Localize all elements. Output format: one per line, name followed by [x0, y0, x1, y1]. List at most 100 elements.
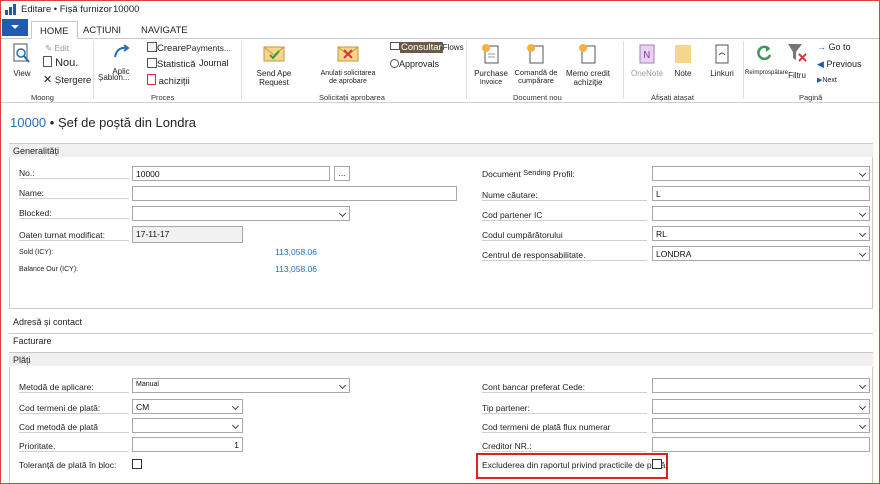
exclude-payment-practices-label: Excluderea din raportul privind practici…	[482, 460, 668, 470]
page-title-number: 10000	[10, 115, 47, 130]
filter-button[interactable]: Filtru	[783, 41, 811, 80]
balance-lcy-value[interactable]: 113,058.06	[241, 247, 317, 257]
journal-button[interactable]: Journal	[199, 58, 229, 68]
group-separator	[623, 41, 624, 99]
doc-sending-profile-select[interactable]	[652, 166, 870, 181]
payment-terms-select[interactable]: CM	[132, 399, 243, 414]
block-payment-tolerance-label: Toleranță de plată în bloc:	[19, 460, 117, 470]
page-title: 10000 • Șef de poștă din Londra	[10, 115, 196, 130]
notes-label: Note	[674, 69, 692, 78]
payment-method-label: Cod metodă de plată	[19, 422, 129, 433]
purchase-order-button[interactable]: Comandă de cumpărare	[511, 43, 561, 85]
link-icon	[715, 44, 729, 64]
notes-button[interactable]: Note	[669, 43, 697, 78]
note-icon	[675, 45, 691, 63]
pencil-icon: ✎	[45, 43, 53, 53]
group-label-process: Proces	[151, 93, 175, 102]
priority-input[interactable]: 1	[132, 437, 243, 452]
purchase-invoice-button[interactable]: Purchase Invoice	[469, 43, 513, 87]
purchase-invoice-icon	[482, 44, 499, 64]
view-label: View	[13, 69, 31, 78]
partner-type-label: Tip partener:	[482, 403, 647, 414]
onenote-icon: N	[639, 44, 655, 64]
partner-type-select[interactable]	[652, 399, 870, 414]
group-separator	[466, 41, 467, 99]
creditor-no-input[interactable]	[652, 437, 870, 452]
payments-icon	[147, 42, 157, 52]
purchase-invoice-label-2: Invoice	[479, 79, 503, 86]
cash-flow-terms-select[interactable]	[652, 418, 870, 433]
application-method-select[interactable]: Manual	[132, 378, 350, 393]
purchases-button[interactable]: achiziții	[147, 74, 190, 87]
refresh-label: Reîmprospătare	[745, 70, 789, 76]
no-input[interactable]: 10000	[132, 166, 330, 181]
edit-button[interactable]: ✎ Edit	[45, 43, 69, 54]
credit-memo-button[interactable]: Memo credit achiziție	[561, 43, 615, 87]
view-icon	[13, 43, 30, 63]
new-document-icon	[43, 56, 52, 67]
cancel-approval-label: Anulați solicitarea	[320, 70, 376, 77]
approvals-button[interactable]: Approvals	[390, 59, 439, 69]
previous-button[interactable]: ◀ Previous	[817, 59, 861, 70]
doc-sending-label-part2: Sending	[523, 168, 551, 177]
payment-method-select[interactable]	[132, 418, 243, 433]
ic-partner-code-label: Cod partener IC	[482, 210, 647, 221]
page-title-separator: •	[49, 115, 55, 130]
refresh-button[interactable]: Reîmprospătare	[745, 43, 789, 78]
statistics-button[interactable]: Statistică	[147, 58, 196, 70]
purchase-order-label-2: cumpărare	[518, 76, 554, 85]
group-label-approval: Solicitații aprobarea	[319, 93, 385, 102]
credit-memo-label-2: achiziție	[573, 78, 603, 87]
goto-label: Go to	[828, 42, 851, 52]
links-button[interactable]: Linkuri	[705, 43, 739, 78]
section-header-general[interactable]: Generalități	[9, 143, 873, 157]
purchase-order-icon	[527, 44, 544, 64]
preferred-bank-select[interactable]	[652, 378, 870, 393]
section-header-invoicing[interactable]: Facturare	[9, 333, 873, 347]
consult-flows-button[interactable]: ConsultarFlows	[390, 42, 464, 53]
responsibility-center-select[interactable]: LONDRA	[652, 246, 870, 261]
links-label: Linkuri	[710, 69, 734, 78]
ic-partner-code-select[interactable]	[652, 206, 870, 221]
exclude-payment-practices-checkbox[interactable]	[652, 459, 662, 469]
section-header-address[interactable]: Adresă și contact	[9, 315, 873, 329]
filter-icon	[788, 44, 807, 62]
blocked-label: Blocked:	[19, 208, 129, 219]
onenote-label: OneNote	[630, 69, 664, 78]
create-payments-button[interactable]: CrearePayments...	[147, 42, 231, 54]
document-icon	[147, 74, 156, 85]
view-button[interactable]: View	[7, 43, 37, 78]
triangle-left-icon: ◀	[817, 59, 824, 69]
statistics-label: Statistică	[157, 59, 196, 70]
balance-due-value[interactable]: 113,058.06	[241, 264, 317, 274]
goto-button[interactable]: → Go to	[817, 42, 851, 52]
close-icon: ✕	[43, 74, 53, 86]
last-modified-label: Oaten turnat modificat:	[19, 230, 129, 241]
block-payment-tolerance-checkbox[interactable]	[132, 459, 142, 469]
section-header-payments[interactable]: Plăți	[9, 352, 873, 366]
tab-navigate[interactable]: NAVIGATE	[133, 21, 196, 39]
chevron-down-icon	[11, 25, 19, 29]
name-input[interactable]	[132, 186, 457, 201]
blocked-select[interactable]	[132, 206, 350, 221]
send-approval-icon	[263, 46, 285, 62]
tab-home[interactable]: HOME	[31, 21, 78, 39]
arrow-right-icon: →	[817, 42, 826, 52]
delete-button[interactable]: ✕ Ștergere	[43, 73, 91, 86]
payment-terms-label: Cod termeni de plată:	[19, 403, 129, 414]
search-name-input[interactable]: L	[652, 186, 870, 201]
no-lookup-button[interactable]: ...	[334, 166, 350, 181]
refresh-icon	[757, 45, 772, 61]
onenote-button[interactable]: N OneNote	[627, 43, 667, 78]
file-menu-button[interactable]	[2, 19, 28, 36]
cancel-approval-icon	[337, 46, 359, 62]
page-title-name: Șef de poștă din Londra	[57, 115, 197, 130]
purchaser-code-select[interactable]: RL	[652, 226, 870, 241]
apply-template-button[interactable]: Aplic	[101, 43, 141, 76]
cancel-approval-button[interactable]: Anulați solicitarea de aprobare	[313, 43, 383, 86]
next-button[interactable]: ▶Next	[817, 76, 837, 84]
tab-actions[interactable]: ACȚIUNI	[75, 21, 129, 39]
send-approval-button[interactable]: Send Ape Request	[245, 43, 303, 87]
group-label-manage: Moong	[31, 93, 54, 102]
new-button[interactable]: Nou.	[43, 56, 78, 69]
